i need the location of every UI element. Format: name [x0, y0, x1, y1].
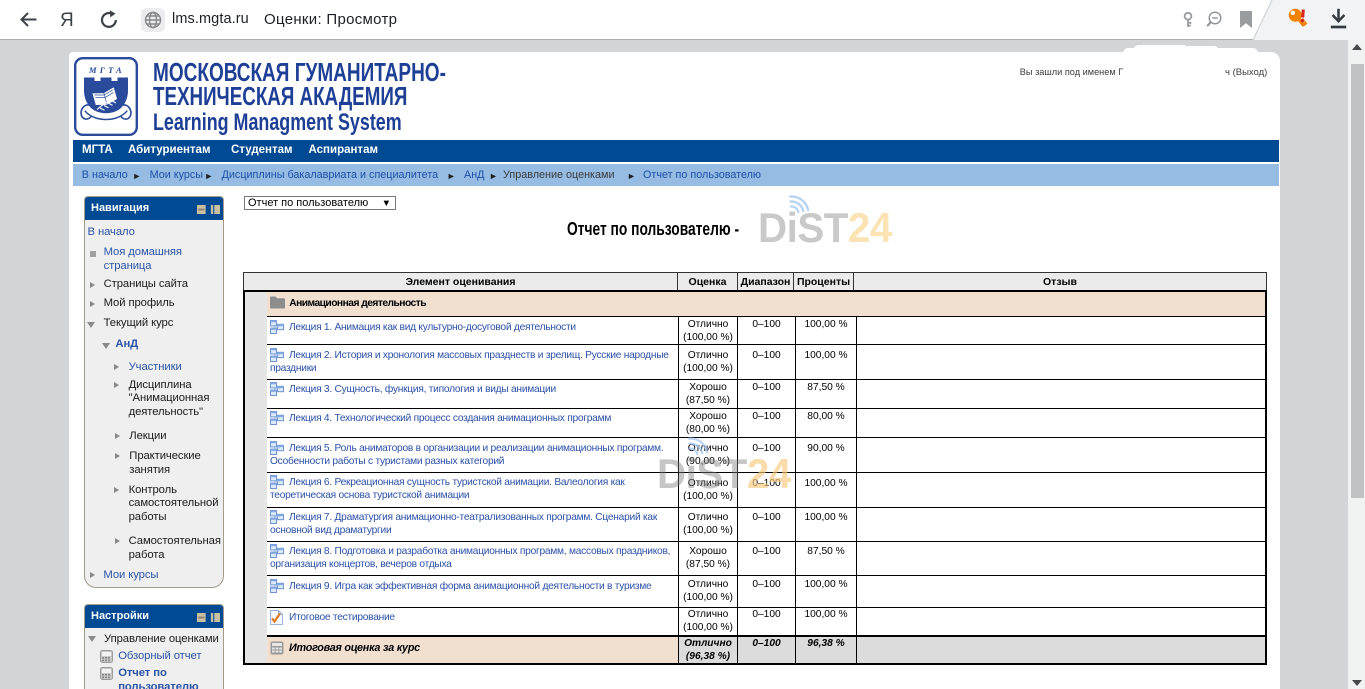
svg-text:МГТА: МГТА	[88, 65, 125, 75]
